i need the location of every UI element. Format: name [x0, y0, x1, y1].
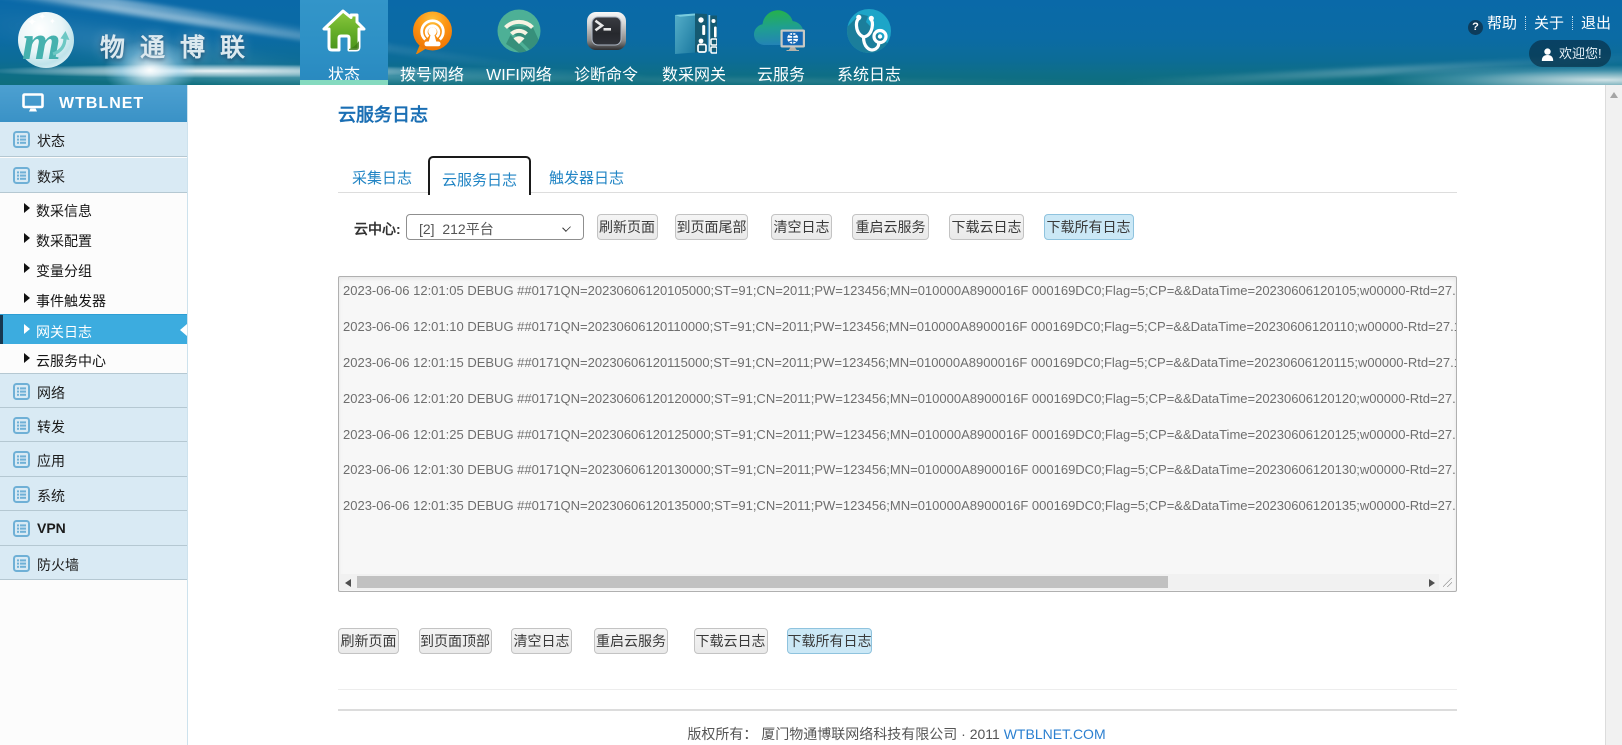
svg-text:✦: ✦ [38, 12, 46, 23]
svg-text:✦: ✦ [49, 17, 56, 26]
svg-text:✦: ✦ [27, 15, 37, 29]
